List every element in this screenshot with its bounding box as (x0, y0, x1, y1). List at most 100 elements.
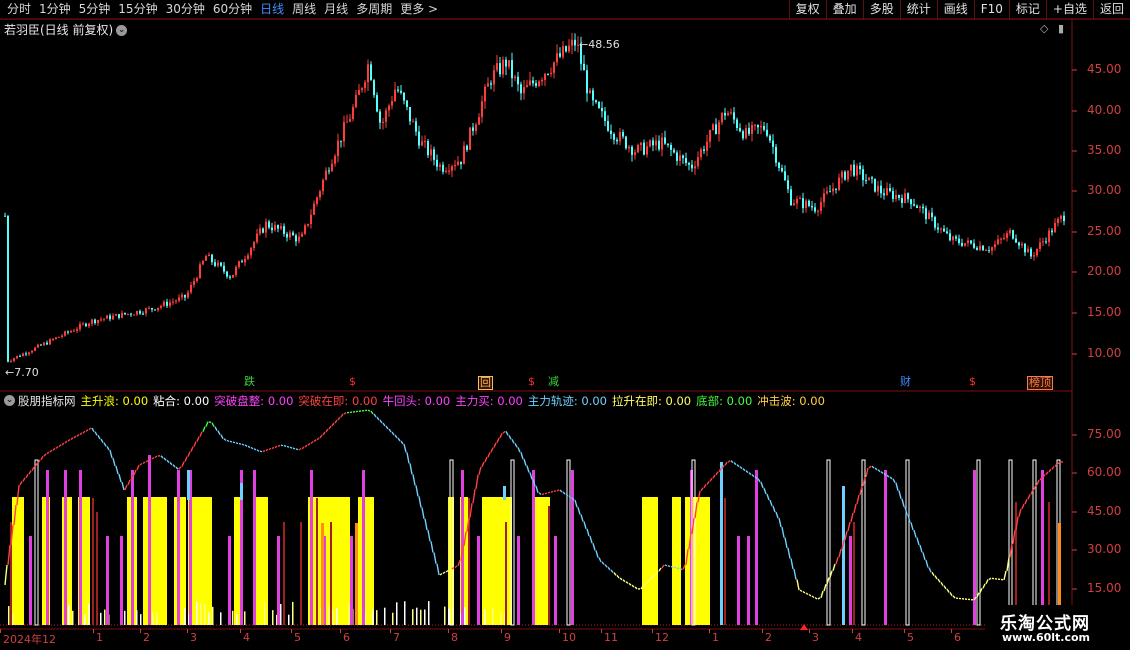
chevron-down-icon[interactable]: ⌄ (4, 395, 15, 406)
candle-down (610, 130, 612, 134)
oscillator-segment (337, 416, 341, 421)
price-tick-6: 15.00 (1087, 305, 1122, 319)
toolbar-button-6[interactable]: 标记 (1008, 0, 1046, 19)
indicator-name[interactable]: 股朋指标网 (18, 393, 76, 409)
price-chart[interactable] (0, 0, 1130, 650)
candle-up (655, 140, 657, 146)
period-tab-3[interactable]: 15分钟 (114, 0, 161, 19)
indicator-item-label: 牛回头 (382, 393, 418, 408)
oscillator-segment (19, 481, 23, 486)
oscillator-segment (778, 517, 782, 528)
oscillator-segment (607, 566, 611, 571)
price-tick-7: 10.00 (1087, 346, 1122, 360)
candle-up (550, 72, 552, 75)
oscillator-segment (520, 452, 524, 460)
period-tab-5[interactable]: 60分钟 (209, 0, 256, 19)
candle-down (748, 127, 750, 134)
candle-up (544, 73, 546, 80)
breakout-soon-bar (10, 522, 12, 625)
candle-up (541, 79, 543, 82)
oscillator-segment (481, 461, 485, 468)
candle-down (946, 231, 948, 234)
candle-up (1057, 218, 1059, 224)
candle-up (115, 314, 117, 316)
candle-up (172, 301, 174, 303)
chevron-down-icon[interactable]: ⌄ (116, 25, 128, 36)
candle-down (682, 155, 684, 159)
oscillator-segment (133, 469, 137, 476)
candle-up (997, 239, 999, 245)
candle-up (868, 177, 870, 181)
indicator-tick-2: 45.00 (1087, 504, 1122, 518)
oscillator-segment (796, 579, 800, 591)
candle-down (460, 161, 462, 165)
oscillator-segment (388, 428, 392, 433)
candle-down (787, 180, 789, 190)
candle-down (604, 111, 606, 121)
candle-up (1027, 248, 1029, 253)
breakout-soon-bar (330, 522, 332, 625)
oscillator-segment (628, 582, 632, 586)
oscillator-segment (775, 511, 779, 519)
oscillator-segment (973, 596, 977, 601)
toolbar-button-2[interactable]: 多股 (862, 0, 900, 19)
candle-up (157, 307, 159, 311)
main-track-bar (720, 462, 723, 625)
oscillator-segment (412, 474, 416, 486)
toolbar-button-8[interactable]: 返回 (1092, 0, 1130, 19)
date-label-17: 5 (907, 631, 914, 644)
toolbar-button-5[interactable]: F10 (973, 0, 1009, 19)
oscillator-segment (676, 567, 680, 570)
candle-up (1048, 230, 1050, 243)
candle-up (454, 165, 456, 167)
candle-up (205, 256, 207, 261)
oscillator-segment (439, 572, 443, 576)
toolbar-button-3[interactable]: 统计 (899, 0, 937, 19)
breakout-soon-bar (505, 522, 507, 625)
period-tab-2[interactable]: 5分钟 (75, 0, 115, 19)
oscillator-segment (568, 495, 572, 499)
stock-title[interactable]: 若羽臣(日线 前复权) ⌄ (4, 21, 128, 38)
candle-up (10, 360, 12, 362)
period-tab-1[interactable]: 1分钟 (35, 0, 75, 19)
oscillator-segment (922, 552, 926, 561)
collapse-panel-icon[interactable]: ▮ (1058, 22, 1064, 35)
oscillator-segment (499, 432, 503, 439)
period-tab-0[interactable]: 分时 (3, 0, 35, 19)
candle-up (952, 236, 954, 241)
period-tab-7[interactable]: 周线 (288, 0, 320, 19)
candle-down (970, 240, 972, 244)
breakout-bar (253, 470, 256, 625)
indicator-item-value: 0.00 (424, 393, 451, 408)
candle-up (391, 101, 393, 106)
period-tab-9[interactable]: 多周期 (352, 0, 396, 19)
oscillator-segment (436, 563, 440, 576)
oscillator-segment (472, 488, 476, 504)
toolbar-button-0[interactable]: 复权 (788, 0, 826, 19)
toolbar-button-1[interactable]: 叠加 (825, 0, 863, 19)
candle-down (931, 212, 933, 218)
oscillator-segment (406, 452, 410, 464)
candle-up (817, 210, 819, 212)
candle-up (103, 318, 105, 320)
diamond-icon[interactable]: ◇ (1040, 22, 1048, 35)
candle-up (1033, 255, 1035, 257)
candle-up (55, 337, 57, 340)
oscillator-segment (310, 441, 314, 444)
period-tab-6[interactable]: 日线 (256, 0, 288, 19)
toolbar-button-7[interactable]: +自选 (1045, 0, 1093, 19)
period-tab-8[interactable]: 月线 (320, 0, 352, 19)
oscillator-segment (403, 443, 407, 453)
candle-down (865, 180, 867, 182)
thin-bar (464, 606, 466, 625)
watermark: 乐淘公式网 www.60lt.com (985, 605, 1130, 650)
oscillator-segment (265, 448, 269, 452)
breakout-soon-bar (92, 498, 94, 625)
candle-down (1051, 230, 1053, 233)
candle-down (1045, 241, 1047, 243)
toolbar-button-4[interactable]: 画线 (936, 0, 974, 19)
candle-down (811, 205, 813, 208)
period-tab-4[interactable]: 30分钟 (162, 0, 209, 19)
period-tab-10[interactable]: 更多 > (396, 0, 442, 19)
candle-up (361, 88, 363, 90)
